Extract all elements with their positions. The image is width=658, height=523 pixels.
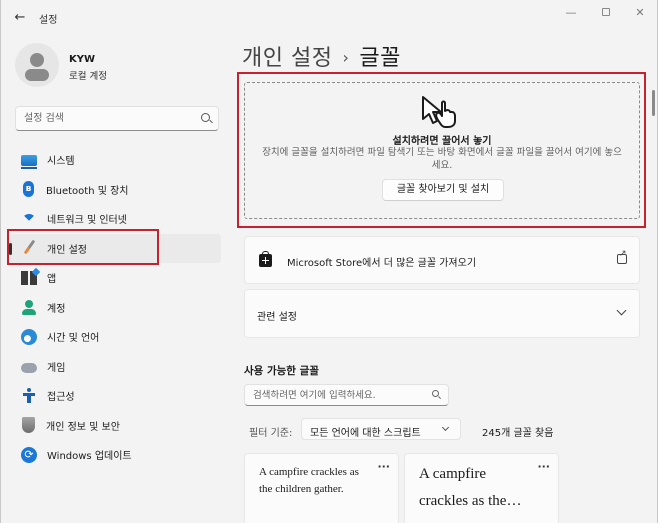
sidebar-item-label: 앱 bbox=[47, 274, 57, 286]
breadcrumb-parent[interactable]: 개인 설정 bbox=[242, 46, 332, 71]
sidebar-item-accounts[interactable]: 계정 bbox=[9, 293, 221, 323]
gamepad-icon bbox=[21, 362, 37, 373]
chevron-down-icon bbox=[616, 305, 627, 316]
font-search[interactable] bbox=[244, 384, 449, 406]
profile-name: KYW bbox=[69, 54, 96, 65]
breadcrumb: 개인 설정 › 글꼴 bbox=[242, 40, 401, 72]
scrollbar-thumb[interactable] bbox=[652, 90, 655, 116]
account-icon bbox=[21, 299, 37, 316]
related-settings-label: 관련 설정 bbox=[257, 312, 297, 323]
breadcrumb-separator: › bbox=[342, 48, 350, 67]
back-button[interactable]: ← bbox=[11, 10, 29, 26]
fonts-found-count: 245개 글꼴 찾음 bbox=[482, 428, 554, 439]
more-options-button[interactable]: ··· bbox=[537, 460, 550, 473]
sidebar-item-label: Bluetooth 및 장치 bbox=[46, 185, 129, 197]
app-title: 설정 bbox=[39, 15, 58, 26]
available-fonts-heading: 사용 가능한 글꼴 bbox=[244, 365, 319, 377]
font-preview-text: A campfire crackles as the children gath… bbox=[259, 466, 359, 495]
clock-globe-icon bbox=[21, 328, 37, 345]
script-filter-dropdown[interactable]: 모든 언어에 대한 스크립트 bbox=[301, 418, 461, 440]
font-preview-text: A campfire crackles as the… bbox=[419, 466, 522, 509]
sidebar-item-label: 게임 bbox=[47, 362, 66, 374]
font-card[interactable]: A campfire crackles as the… ··· bbox=[404, 453, 559, 523]
search-icon[interactable] bbox=[432, 390, 439, 397]
maximize-icon bbox=[602, 8, 610, 16]
avatar-body bbox=[25, 69, 49, 81]
sidebar-item-privacy-security[interactable]: 개인 정보 및 보안 bbox=[9, 411, 221, 441]
font-card[interactable]: A campfire crackles as the children gath… bbox=[244, 453, 399, 523]
search-icon[interactable] bbox=[201, 113, 210, 122]
sidebar-item-system[interactable]: 시스템 bbox=[9, 145, 221, 175]
title-bar: ← 설정 — ✕ bbox=[1, 0, 657, 34]
shield-icon bbox=[22, 417, 35, 434]
avatar-head bbox=[30, 53, 44, 67]
script-filter-value: 모든 언어에 대한 스크립트 bbox=[310, 428, 421, 439]
profile-account-type: 로컬 계정 bbox=[69, 71, 107, 82]
settings-window: ← 설정 — ✕ KYW 로컬 계정 시스템 ʙ Bluetooth 및 장치 … bbox=[0, 0, 658, 523]
close-button[interactable]: ✕ bbox=[625, 5, 655, 21]
avatar bbox=[15, 43, 59, 87]
related-settings-expander[interactable]: 관련 설정 bbox=[244, 289, 640, 338]
sidebar-item-apps[interactable]: 앱 bbox=[9, 263, 221, 293]
external-link-icon bbox=[617, 249, 627, 264]
minimize-icon: — bbox=[565, 6, 577, 19]
sidebar-item-windows-update[interactable]: ⟳ Windows 업데이트 bbox=[9, 440, 221, 470]
store-fonts-label: Microsoft Store에서 더 많은 글꼴 가져오기 bbox=[287, 258, 477, 269]
settings-search-input[interactable] bbox=[16, 107, 186, 130]
sidebar-nav: 시스템 ʙ Bluetooth 및 장치 네트워크 및 인터넷 개인 설정 앱 … bbox=[9, 145, 221, 470]
update-icon: ⟳ bbox=[21, 446, 37, 463]
sidebar-item-label: Windows 업데이트 bbox=[47, 451, 132, 463]
arrow-left-icon: ← bbox=[14, 10, 26, 25]
maximize-button[interactable] bbox=[591, 5, 621, 21]
highlight-box-personalization bbox=[7, 229, 159, 265]
store-icon bbox=[259, 251, 272, 267]
sidebar-item-time-language[interactable]: 시간 및 언어 bbox=[9, 322, 221, 352]
sidebar-item-accessibility[interactable]: 접근성 bbox=[9, 381, 221, 411]
settings-search[interactable] bbox=[15, 106, 219, 131]
minimize-button[interactable]: — bbox=[556, 5, 586, 21]
font-search-input[interactable] bbox=[245, 385, 425, 405]
monitor-icon bbox=[21, 155, 37, 170]
sidebar-item-label: 네트워크 및 인터넷 bbox=[47, 215, 127, 227]
sidebar-item-bluetooth[interactable]: ʙ Bluetooth 및 장치 bbox=[9, 175, 221, 205]
sidebar-item-label: 시간 및 언어 bbox=[47, 333, 100, 345]
sidebar-item-label: 계정 bbox=[47, 303, 66, 315]
apps-icon bbox=[21, 270, 37, 285]
more-options-button[interactable]: ··· bbox=[377, 460, 390, 473]
accessibility-icon bbox=[21, 387, 37, 404]
highlight-box-drop-zone bbox=[237, 72, 646, 228]
chevron-down-icon bbox=[441, 423, 450, 432]
sidebar-item-label: 접근성 bbox=[47, 392, 75, 404]
page-title: 글꼴 bbox=[359, 46, 401, 71]
sidebar-item-label: 시스템 bbox=[47, 156, 75, 168]
sidebar-item-label: 개인 정보 및 보안 bbox=[46, 421, 120, 433]
bluetooth-icon: ʙ bbox=[23, 181, 34, 198]
store-fonts-link[interactable]: Microsoft Store에서 더 많은 글꼴 가져오기 bbox=[244, 236, 640, 284]
wifi-icon bbox=[21, 211, 37, 228]
sidebar-item-gaming[interactable]: 게임 bbox=[9, 352, 221, 382]
close-icon: ✕ bbox=[635, 6, 645, 19]
filter-label: 필터 기준: bbox=[249, 428, 293, 439]
